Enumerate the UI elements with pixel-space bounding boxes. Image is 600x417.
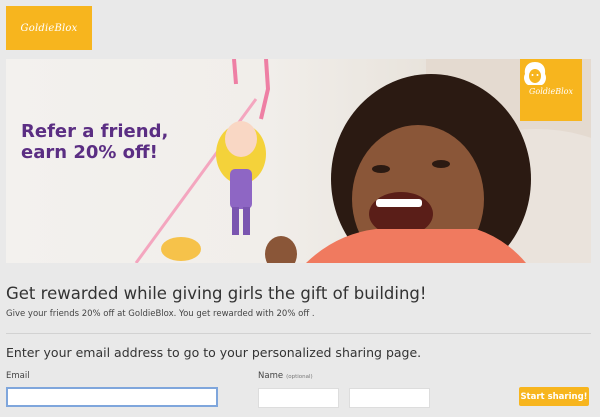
name-optional-hint: (optional): [286, 374, 313, 380]
last-name-field[interactable]: [349, 388, 430, 408]
start-sharing-button[interactable]: Start sharing!: [519, 387, 589, 406]
logo-text: GoldieBlox: [20, 22, 78, 34]
goldie-head-icon: [524, 62, 546, 85]
first-name-field[interactable]: [258, 388, 339, 408]
goldieblox-badge: GoldieBlox: [520, 59, 582, 121]
email-field[interactable]: [6, 387, 218, 407]
hero-headline-line2: earn 20% off!: [21, 142, 158, 163]
hero-banner: Refer a friend, earn 20% off! GoldieBlox: [6, 59, 591, 263]
page-subtitle: Give your friends 20% off at GoldieBlox.…: [6, 309, 315, 319]
form-heading: Enter your email address to go to your p…: [6, 345, 422, 360]
hero-headline-line1: Refer a friend,: [21, 121, 169, 142]
goldieblox-logo[interactable]: GoldieBlox: [6, 6, 92, 50]
page-title: Get rewarded while giving girls the gift…: [6, 284, 427, 303]
email-label: Email: [6, 371, 30, 381]
email-label-text: Email: [6, 371, 30, 381]
name-label: Name (optional): [258, 371, 313, 381]
name-label-text: Name: [258, 371, 284, 381]
hero-headline: Refer a friend, earn 20% off!: [21, 121, 168, 163]
divider: [6, 333, 591, 334]
